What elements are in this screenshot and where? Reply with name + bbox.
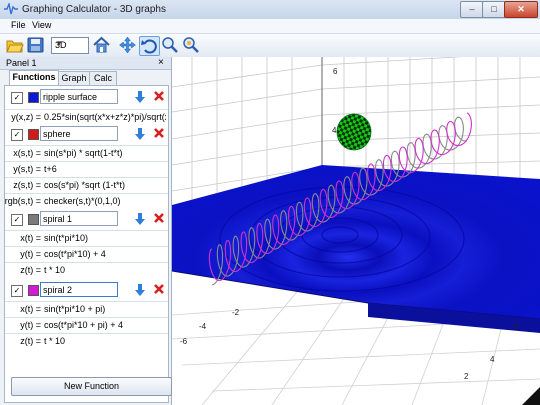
sphere xyxy=(336,113,372,151)
equation-label: z(t) = xyxy=(20,336,41,346)
equation-input[interactable]: cos(t*pi*10 + pi) + 4 xyxy=(44,319,166,332)
equation-row: y(x,z) = 0.25*sin(sqrt(x*x+z*z)*pi)/sqrt… xyxy=(5,109,168,125)
equation-row: y(s,t) = t+6 xyxy=(5,161,168,177)
y-tick-4: 4 xyxy=(332,126,337,135)
functions-panel: Panel 1 × Functions Graph Calc ✓ ripple … xyxy=(0,57,172,405)
minimize-button[interactable]: – xyxy=(460,1,484,18)
delete-icon[interactable] xyxy=(153,90,165,102)
maximize-button[interactable]: □ xyxy=(482,1,506,18)
equation-label: z(t) = xyxy=(20,265,41,275)
menu-bar: File View xyxy=(0,19,540,34)
toolbar: 3D ▼ xyxy=(0,34,540,58)
panel-header: Panel 1 × xyxy=(0,57,171,70)
equation-label: y(t) = xyxy=(20,249,41,259)
function-visible-checkbox[interactable]: ✓ xyxy=(11,129,23,141)
x-tick-4: 4 xyxy=(490,355,495,364)
function-name-field[interactable]: sphere xyxy=(40,126,118,141)
close-button[interactable]: ✕ xyxy=(504,1,538,18)
home-icon[interactable] xyxy=(92,36,111,54)
function-color-swatch[interactable] xyxy=(28,92,39,103)
function-color-swatch[interactable] xyxy=(28,285,39,296)
move-down-icon[interactable] xyxy=(134,212,146,226)
equation-label: x(s,t) = xyxy=(13,148,41,158)
equation-input[interactable]: t * 10 xyxy=(44,264,166,277)
function-color-swatch[interactable] xyxy=(28,214,39,225)
equation-row: z(t) = t * 10 xyxy=(5,262,168,278)
menu-file[interactable]: File xyxy=(11,20,26,30)
equation-input[interactable]: cos(t*pi*10) + 4 xyxy=(44,248,166,261)
equation-input[interactable]: sin(t*pi*10) xyxy=(44,232,166,245)
x-tick-neg2: -2 xyxy=(232,308,240,317)
move-down-icon[interactable] xyxy=(134,283,146,297)
tab-graph[interactable]: Graph xyxy=(58,71,90,85)
tab-calc[interactable]: Calc xyxy=(89,71,117,85)
graph-3d-view[interactable]: 6 4 2 xyxy=(172,57,540,405)
equation-input[interactable]: sin(s*pi) * sqrt(1-t*t) xyxy=(44,147,166,160)
move-down-icon[interactable] xyxy=(134,127,146,141)
pan-icon[interactable] xyxy=(118,36,137,54)
equation-row: y(t) = cos(t*pi*10) + 4 xyxy=(5,246,168,262)
app-icon xyxy=(4,3,18,15)
equation-input[interactable]: cos(s*pi) *sqrt (1-t*t) xyxy=(44,179,166,192)
equation-label: x(t) = xyxy=(20,304,41,314)
delete-icon[interactable] xyxy=(153,212,165,224)
new-function-button[interactable]: New Function xyxy=(11,377,172,396)
equation-row: y(t) = cos(t*pi*10 + pi) + 4 xyxy=(5,317,168,333)
move-down-icon[interactable] xyxy=(134,90,146,104)
title-bar: Graphing Calculator - 3D graphs – □ ✕ xyxy=(0,0,540,20)
equation-row: x(t) = sin(t*pi*10) xyxy=(5,230,168,246)
rotate-icon[interactable] xyxy=(139,36,160,56)
equation-label: x(t) = xyxy=(20,233,41,243)
equation-label: y(t) = xyxy=(20,320,41,330)
equation-input[interactable]: checker(s,t)*(0,1,0) xyxy=(44,195,166,208)
equation-row: x(t) = sin(t*pi*10 + pi) xyxy=(5,301,168,317)
delete-icon[interactable] xyxy=(153,127,165,139)
delete-icon[interactable] xyxy=(153,283,165,295)
open-folder-icon[interactable] xyxy=(5,36,24,54)
panel-title: Panel 1 xyxy=(6,58,37,68)
panel-close-icon[interactable]: × xyxy=(158,57,164,68)
equation-row: z(s,t) = cos(s*pi) *sqrt (1-t*t) xyxy=(5,177,168,193)
zoom-out-icon[interactable] xyxy=(181,36,200,54)
equation-label: z(s,t) = xyxy=(13,180,41,190)
x-tick-neg4: -4 xyxy=(199,322,207,331)
ripple-surface xyxy=(172,165,540,319)
function-name-field[interactable]: ripple surface xyxy=(40,89,118,104)
equation-label: y(x,z) = xyxy=(11,112,41,122)
equation-label: rgb(s,t) = xyxy=(4,196,41,206)
menu-view[interactable]: View xyxy=(32,20,51,30)
function-visible-checkbox[interactable]: ✓ xyxy=(11,214,23,226)
corner-marker xyxy=(522,387,540,405)
equation-row: x(s,t) = sin(s*pi) * sqrt(1-t*t) xyxy=(5,145,168,161)
function-visible-checkbox[interactable]: ✓ xyxy=(11,92,23,104)
function-visible-checkbox[interactable]: ✓ xyxy=(11,285,23,297)
equation-input[interactable]: t+6 xyxy=(44,163,166,176)
functions-list: ✓ ripple surface y(x,z) = 0.25*sin(sqrt(… xyxy=(4,85,172,403)
function-name-field[interactable]: spiral 2 xyxy=(40,282,118,297)
view-mode-select[interactable]: 3D ▼ xyxy=(51,37,89,54)
equation-input[interactable]: sin(t*pi*10 + pi) xyxy=(44,303,166,316)
save-icon[interactable] xyxy=(26,36,45,54)
chevron-down-icon: ▼ xyxy=(55,39,63,48)
equation-row: z(t) = t * 10 xyxy=(5,333,168,349)
x-tick-6: 6 xyxy=(514,322,519,331)
equation-label: y(s,t) = xyxy=(13,164,41,174)
y-tick-6: 6 xyxy=(333,67,338,76)
equation-input[interactable]: 0.25*sin(sqrt(x*x+z*z)*pi)/sqrt(x*x+ xyxy=(44,111,166,124)
window-title: Graphing Calculator - 3D graphs xyxy=(22,4,166,15)
function-color-swatch[interactable] xyxy=(28,129,39,140)
x-tick-neg6: -6 xyxy=(180,337,188,346)
equation-input[interactable]: t * 10 xyxy=(44,335,166,348)
tab-functions[interactable]: Functions xyxy=(9,70,59,85)
graph-canvas[interactable]: 6 4 2 xyxy=(172,57,540,405)
function-name-field[interactable]: spiral 1 xyxy=(40,211,118,226)
equation-row: rgb(s,t) = checker(s,t)*(0,1,0) xyxy=(5,193,168,209)
zoom-in-icon[interactable] xyxy=(160,36,179,54)
x-tick-2: 2 xyxy=(464,372,469,381)
